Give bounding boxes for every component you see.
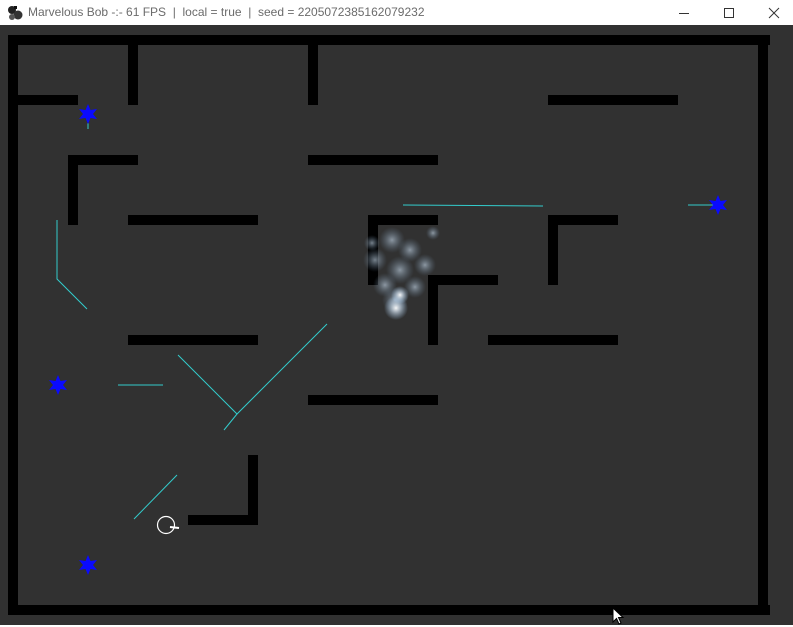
close-button[interactable] (751, 0, 793, 25)
laser-shot (133, 474, 178, 520)
maximize-icon (724, 7, 734, 18)
wall-segment (308, 155, 438, 165)
wall-segment (548, 215, 558, 285)
wall-segment (68, 155, 78, 225)
wall-segment (368, 215, 438, 225)
laser-shot (402, 204, 544, 207)
laser-shot (56, 220, 88, 310)
minimize-icon (679, 12, 689, 14)
window-title: Marvelous Bob -:- 61 FPS | local = true … (28, 5, 425, 19)
wall-segment (428, 275, 498, 285)
maximize-button[interactable] (706, 0, 752, 25)
wall-left (8, 35, 18, 615)
wall-bottom (8, 605, 770, 615)
app-icon (8, 6, 23, 20)
mouse-cursor-icon (612, 607, 625, 625)
laser-shot (223, 413, 238, 431)
wall-segment (128, 335, 258, 345)
wall-right (758, 35, 768, 615)
wall-segment (548, 95, 678, 105)
maze-walls (8, 35, 770, 615)
wall-segment (428, 275, 438, 345)
game-canvas[interactable] (0, 25, 793, 625)
wall-segment (68, 155, 138, 165)
wall-segment (188, 515, 258, 525)
wall-segment (488, 335, 618, 345)
wall-segment (128, 45, 138, 105)
enemy-star (49, 375, 67, 395)
player-bob (156, 515, 180, 535)
wall-segment (308, 395, 438, 405)
wall-segment (548, 215, 618, 225)
wall-segment (128, 215, 258, 225)
wall-segment (18, 95, 78, 105)
wall-segment (248, 455, 258, 525)
enemy-star (79, 104, 97, 124)
wall-segment (308, 45, 318, 105)
enemy-star (79, 555, 97, 575)
minimize-button[interactable] (661, 0, 707, 25)
title-bar[interactable]: Marvelous Bob -:- 61 FPS | local = true … (0, 0, 793, 25)
wall-top (8, 35, 770, 45)
close-icon (768, 7, 780, 18)
